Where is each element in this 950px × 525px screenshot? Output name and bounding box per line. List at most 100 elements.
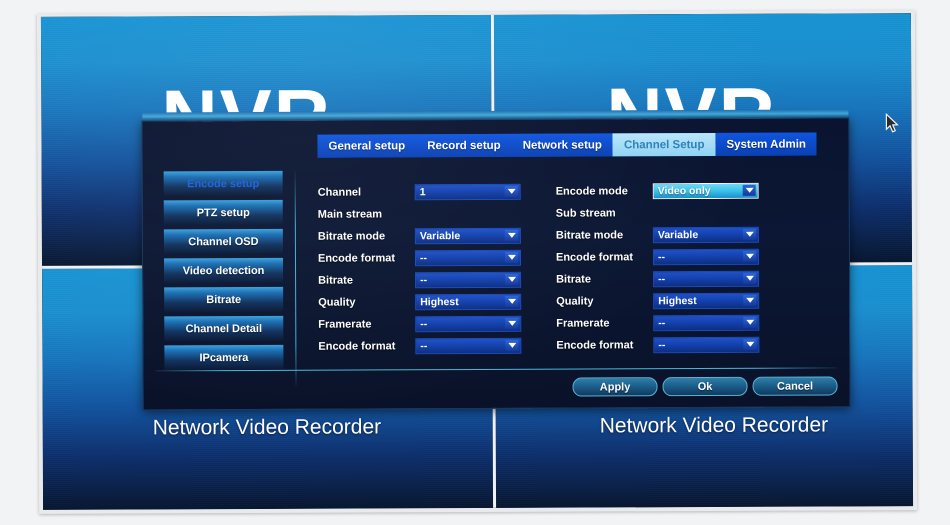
encode-mode-dropdown[interactable]: Video only (651, 181, 760, 200)
sub-framerate-dropdown[interactable]: -- (653, 314, 760, 331)
sidebar-item-channel-osd[interactable]: Channel OSD (163, 228, 283, 255)
dropdown-value: Highest (658, 294, 697, 307)
main-encode-format-2-dropdown[interactable]: -- (415, 337, 522, 354)
cancel-button[interactable]: Cancel (752, 376, 838, 396)
field-main-encode-format[interactable]: Encode format -- (318, 248, 563, 268)
field-sub-encode-format-2[interactable]: Encode format -- (556, 335, 801, 355)
dropdown-value: -- (658, 338, 666, 351)
field-label: Encode format (556, 338, 634, 352)
nvr-screen: NVR NVR Network Video Recorder Network V… (40, 13, 914, 510)
main-bitrate-dropdown[interactable]: -- (415, 271, 522, 288)
chevron-down-icon[interactable] (742, 228, 756, 240)
sidebar-divider (294, 170, 297, 386)
sidebar-item-channel-detail[interactable]: Channel Detail (164, 315, 284, 342)
main-bitrate-mode-dropdown[interactable]: Variable (414, 227, 521, 244)
chevron-down-icon[interactable] (743, 294, 757, 306)
field-label: Bitrate (318, 274, 353, 287)
tab-network-setup[interactable]: Network setup (511, 133, 613, 157)
nvr-label-right: Network Video Recorder (599, 413, 829, 438)
chevron-down-icon[interactable] (504, 185, 518, 197)
main-stream-column: Channel 1 Main stream Bitrate mode Varia… (318, 182, 564, 359)
dropdown-value: Variable (657, 228, 699, 241)
chevron-down-icon[interactable] (504, 229, 518, 241)
tab-channel-setup[interactable]: Channel Setup (612, 132, 716, 157)
field-label: Encode format (318, 339, 396, 353)
sidebar-item-bitrate[interactable]: Bitrate (164, 286, 284, 313)
field-label: Quality (318, 296, 356, 309)
section-title: Main stream (317, 207, 383, 221)
channel-setup-dialog: General setup Record setup Network setup… (141, 109, 851, 411)
field-encode-mode[interactable]: Encode mode Video only (556, 181, 801, 201)
dropdown-value: -- (658, 316, 666, 329)
chevron-down-icon[interactable] (742, 250, 757, 262)
chevron-down-icon[interactable] (505, 273, 519, 285)
chevron-down-icon[interactable] (743, 272, 757, 284)
dropdown-value: Highest (420, 295, 459, 308)
nvr-label-left: Network Video Recorder (152, 415, 382, 440)
main-tab-bar[interactable]: General setup Record setup Network setup… (317, 132, 817, 158)
apply-button[interactable]: Apply (572, 377, 658, 397)
dropdown-value: Variable (419, 229, 461, 242)
field-label: Bitrate (556, 273, 591, 286)
main-encode-format-dropdown[interactable]: -- (414, 249, 522, 266)
field-label: Encode format (317, 251, 396, 265)
sub-encode-format-2-dropdown[interactable]: -- (653, 336, 760, 353)
tab-record-setup[interactable]: Record setup (416, 133, 512, 158)
main-quality-dropdown[interactable]: Highest (415, 293, 522, 310)
encode-setup-form: Channel 1 Main stream Bitrate mode Varia… (318, 180, 828, 354)
sidebar-item-ipcamera[interactable]: IPcamera (164, 344, 284, 371)
main-stream-header: Main stream (318, 204, 563, 224)
main-framerate-dropdown[interactable]: -- (415, 315, 522, 332)
tab-general-setup[interactable]: General setup (317, 134, 417, 158)
settings-sidebar: Encode setup PTZ setup Channel OSD Video… (163, 170, 284, 375)
field-label: Framerate (318, 317, 372, 331)
field-label: Encode format (555, 250, 634, 264)
field-label: Framerate (556, 316, 610, 330)
tab-system-admin[interactable]: System Admin (715, 132, 817, 156)
sub-bitrate-dropdown[interactable]: -- (653, 270, 760, 287)
sidebar-item-ptz-setup[interactable]: PTZ setup (163, 199, 283, 226)
chevron-down-icon[interactable] (505, 295, 519, 307)
dropdown-value: -- (420, 273, 428, 286)
section-title: Sub stream (555, 206, 616, 220)
chevron-down-icon[interactable] (742, 184, 756, 196)
ok-button[interactable]: Ok (662, 376, 748, 397)
photographed-monitor: NVR NVR Network Video Recorder Network V… (0, 0, 950, 525)
field-main-encode-format-2[interactable]: Encode format -- (318, 336, 563, 356)
chevron-down-icon[interactable] (743, 316, 757, 328)
sub-encode-format-dropdown[interactable]: -- (652, 248, 760, 265)
field-sub-bitrate-mode[interactable]: Bitrate mode Variable (556, 225, 801, 245)
field-channel[interactable]: Channel 1 (318, 182, 563, 202)
field-label: Encode mode (555, 184, 628, 198)
field-sub-framerate[interactable]: Framerate -- (556, 313, 801, 333)
chevron-down-icon[interactable] (743, 338, 757, 350)
mouse-cursor (885, 112, 900, 139)
dropdown-value: -- (419, 251, 428, 264)
sub-quality-dropdown[interactable]: Highest (653, 292, 760, 309)
sub-stream-column: Encode mode Video only Sub stream Bitrat… (556, 181, 802, 358)
sidebar-item-encode-setup[interactable]: Encode setup (163, 170, 283, 197)
field-main-quality[interactable]: Quality Highest (318, 292, 563, 312)
field-label: Quality (556, 294, 594, 308)
dropdown-value: -- (658, 272, 666, 285)
sidebar-item-video-detection[interactable]: Video detection (163, 257, 284, 284)
sub-bitrate-mode-dropdown[interactable]: Variable (652, 226, 759, 243)
field-main-bitrate[interactable]: Bitrate -- (318, 270, 563, 290)
field-label: Channel (317, 186, 362, 199)
field-main-framerate[interactable]: Framerate -- (318, 314, 563, 334)
channel-dropdown[interactable]: 1 (414, 183, 521, 200)
sub-stream-header: Sub stream (556, 203, 801, 223)
dropdown-value: -- (657, 250, 666, 263)
field-main-bitrate-mode[interactable]: Bitrate mode Variable (318, 226, 563, 246)
chevron-down-icon[interactable] (505, 317, 519, 329)
field-sub-encode-format[interactable]: Encode format -- (556, 247, 801, 267)
field-sub-quality[interactable]: Quality Highest (556, 291, 801, 311)
dropdown-value: -- (420, 317, 428, 330)
field-label: Bitrate mode (555, 228, 624, 242)
dialog-title-strip (142, 109, 849, 122)
field-label: Bitrate mode (317, 229, 386, 243)
chevron-down-icon[interactable] (505, 339, 519, 351)
chevron-down-icon[interactable] (504, 251, 519, 263)
field-sub-bitrate[interactable]: Bitrate -- (556, 269, 801, 289)
dropdown-value: Video only (657, 184, 711, 197)
